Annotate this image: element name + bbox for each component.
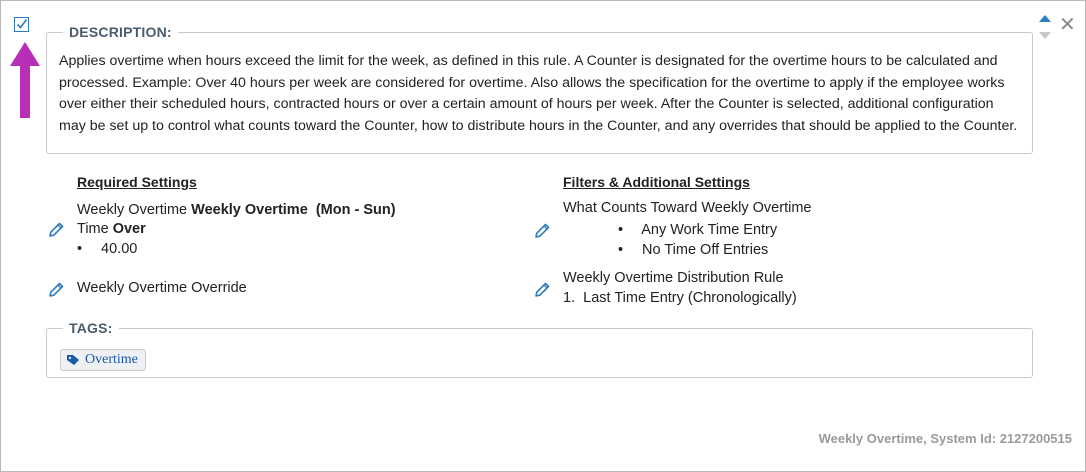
counts-item: Any Work Time Entry [618, 220, 777, 240]
tag-chip[interactable]: Overtime [60, 349, 146, 371]
arrow-up-icon [10, 42, 40, 118]
counts-item-text: No Time Off Entries [642, 242, 769, 258]
pencil-icon[interactable] [533, 222, 551, 240]
overtime-type-prefix: Weekly Overtime [77, 202, 192, 218]
distribution-label: Weekly Overtime Distribution Rule [563, 270, 784, 286]
counts-label: What Counts Toward Weekly Overtime [563, 200, 812, 216]
threshold-value: 40.00 [77, 239, 137, 259]
pencil-icon[interactable] [47, 221, 65, 239]
overtime-type-value: Weekly Overtime (Mon - Sun) [191, 202, 396, 218]
counts-item-text: Any Work Time Entry [641, 222, 778, 238]
required-settings-title: Required Settings [77, 174, 197, 190]
time-prefix: Time [77, 221, 113, 237]
filters-title: Filters & Additional Settings [563, 174, 750, 190]
tags-legend: TAGS: [69, 320, 113, 336]
counts-item: No Time Off Entries [618, 240, 768, 260]
description-text: Applies overtime when hours exceed the l… [59, 53, 1018, 134]
overtime-type-line: Weekly Overtime Weekly Overtime (Mon - S… [77, 200, 396, 220]
threshold-value-text: 40.00 [101, 241, 138, 257]
description-legend: DESCRIPTION: [69, 24, 172, 40]
system-id-footer: Weekly Overtime, System Id: 2127200515 [818, 431, 1072, 446]
override-label: Weekly Overtime Override [77, 280, 247, 296]
sort-icon[interactable] [1039, 15, 1051, 41]
distribution-item: 1. Last Time Entry (Chronologically) [563, 290, 797, 306]
pencil-icon[interactable] [533, 281, 551, 299]
close-icon[interactable]: ✕ [1059, 14, 1076, 34]
pencil-icon[interactable] [47, 281, 65, 299]
time-over-value: Over [112, 221, 146, 237]
select-checkbox[interactable] [14, 17, 29, 32]
tags-section: TAGS: [46, 320, 1033, 378]
checkmark-icon [16, 19, 28, 29]
tag-icon [67, 355, 79, 365]
time-over-line: Time Over [77, 219, 146, 239]
tag-label: Overtime [85, 352, 138, 367]
